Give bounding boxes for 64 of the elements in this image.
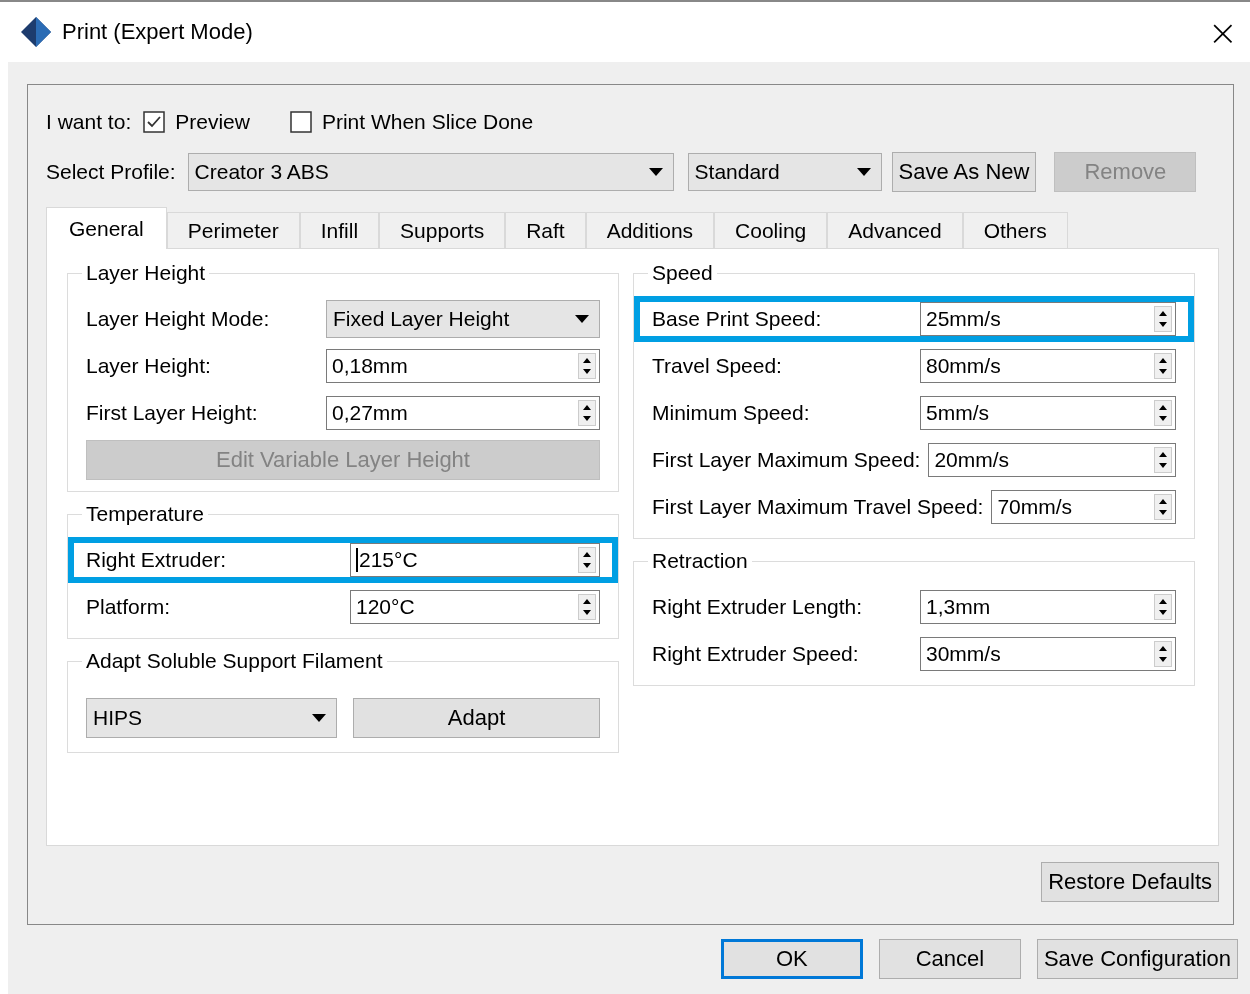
- field-label: Layer Height:: [86, 354, 212, 378]
- field-label: Travel Speed:: [652, 354, 783, 378]
- restore-defaults-button[interactable]: Restore Defaults: [1041, 862, 1219, 902]
- dialog-button[interactable]: Save Configuration: [1036, 939, 1238, 979]
- quality-dropdown[interactable]: Standard: [687, 153, 882, 191]
- tab[interactable]: Supports: [379, 212, 506, 248]
- window-title: Print (Expert Mode): [62, 19, 254, 45]
- spin-arrows-icon: [1154, 306, 1172, 332]
- dropdown-arrow-icon: [575, 315, 589, 323]
- profile-dropdown[interactable]: Creator 3 ABS: [187, 153, 674, 191]
- spin-field[interactable]: 1,3mm: [920, 590, 1176, 624]
- dialog-button[interactable]: OK: [720, 939, 863, 979]
- spin-arrows-icon: [1154, 447, 1172, 473]
- tab[interactable]: Advanced: [827, 212, 963, 248]
- spin-arrows-icon: [1154, 594, 1172, 620]
- spin-arrows-icon: [578, 547, 596, 573]
- spin-arrows-icon: [1154, 494, 1172, 520]
- field-label: First Layer Height:: [86, 401, 259, 425]
- spin-field[interactable]: 215°C: [350, 543, 600, 577]
- checkbox[interactable]: Print When Slice Done: [289, 110, 534, 134]
- tab[interactable]: Cooling: [714, 212, 828, 248]
- profile-button[interactable]: Save As New: [891, 152, 1037, 192]
- spin-arrows-icon: [578, 594, 596, 620]
- dropdown-arrow-icon: [312, 714, 326, 722]
- tab[interactable]: Additions: [585, 212, 715, 248]
- spin-field[interactable]: 30mm/s: [920, 637, 1176, 671]
- spin-field[interactable]: 80mm/s: [920, 349, 1176, 383]
- adapt-button[interactable]: Adapt: [353, 698, 600, 738]
- tab[interactable]: General: [46, 207, 167, 249]
- spin-field[interactable]: 25mm/s: [920, 302, 1176, 336]
- field-label: Right Extruder:: [86, 548, 228, 572]
- app-logo-icon: [20, 16, 52, 48]
- spin-arrows-icon: [578, 353, 596, 379]
- field-label: Layer Height Mode:: [86, 307, 271, 331]
- field-label: Right Extruder Speed:: [652, 642, 860, 666]
- tab[interactable]: Perimeter: [166, 212, 300, 248]
- dropdown-arrow-icon: [856, 168, 871, 176]
- spin-arrows-icon: [1154, 353, 1172, 379]
- tab[interactable]: Raft: [505, 212, 586, 248]
- spin-arrows-icon: [1154, 641, 1172, 667]
- spin-field[interactable]: 0,18mm: [326, 349, 600, 383]
- close-button[interactable]: ×: [1197, 11, 1248, 53]
- dropdown-arrow-icon: [648, 168, 663, 176]
- field-label: First Layer Maximum Speed:: [652, 448, 921, 472]
- spin-field[interactable]: 20mm/s: [928, 443, 1176, 477]
- spin-arrows-icon: [1154, 400, 1172, 426]
- filament-dropdown[interactable]: HIPS: [86, 698, 337, 738]
- spin-field[interactable]: 120°C: [350, 590, 600, 624]
- spin-arrows-icon: [578, 400, 596, 426]
- field-label: Right Extruder Length:: [652, 595, 864, 619]
- field-label: Minimum Speed:: [652, 401, 811, 425]
- spin-field[interactable]: 0,27mm: [326, 396, 600, 430]
- spin-field[interactable]: 5mm/s: [920, 396, 1176, 430]
- field-label: Base Print Speed:: [652, 307, 823, 331]
- checkbox[interactable]: Preview: [143, 110, 250, 134]
- field-label: First Layer Maximum Travel Speed:: [652, 495, 984, 519]
- tab[interactable]: Infill: [299, 212, 380, 248]
- dropdown[interactable]: Fixed Layer Height: [326, 300, 600, 338]
- tab[interactable]: Others: [962, 212, 1068, 248]
- field-label: I want to:: [46, 110, 132, 134]
- field-label: Platform:: [86, 595, 172, 619]
- dialog-button[interactable]: Cancel: [878, 939, 1021, 979]
- spin-field[interactable]: 70mm/s: [991, 490, 1176, 524]
- field-label: Select Profile:: [46, 160, 176, 184]
